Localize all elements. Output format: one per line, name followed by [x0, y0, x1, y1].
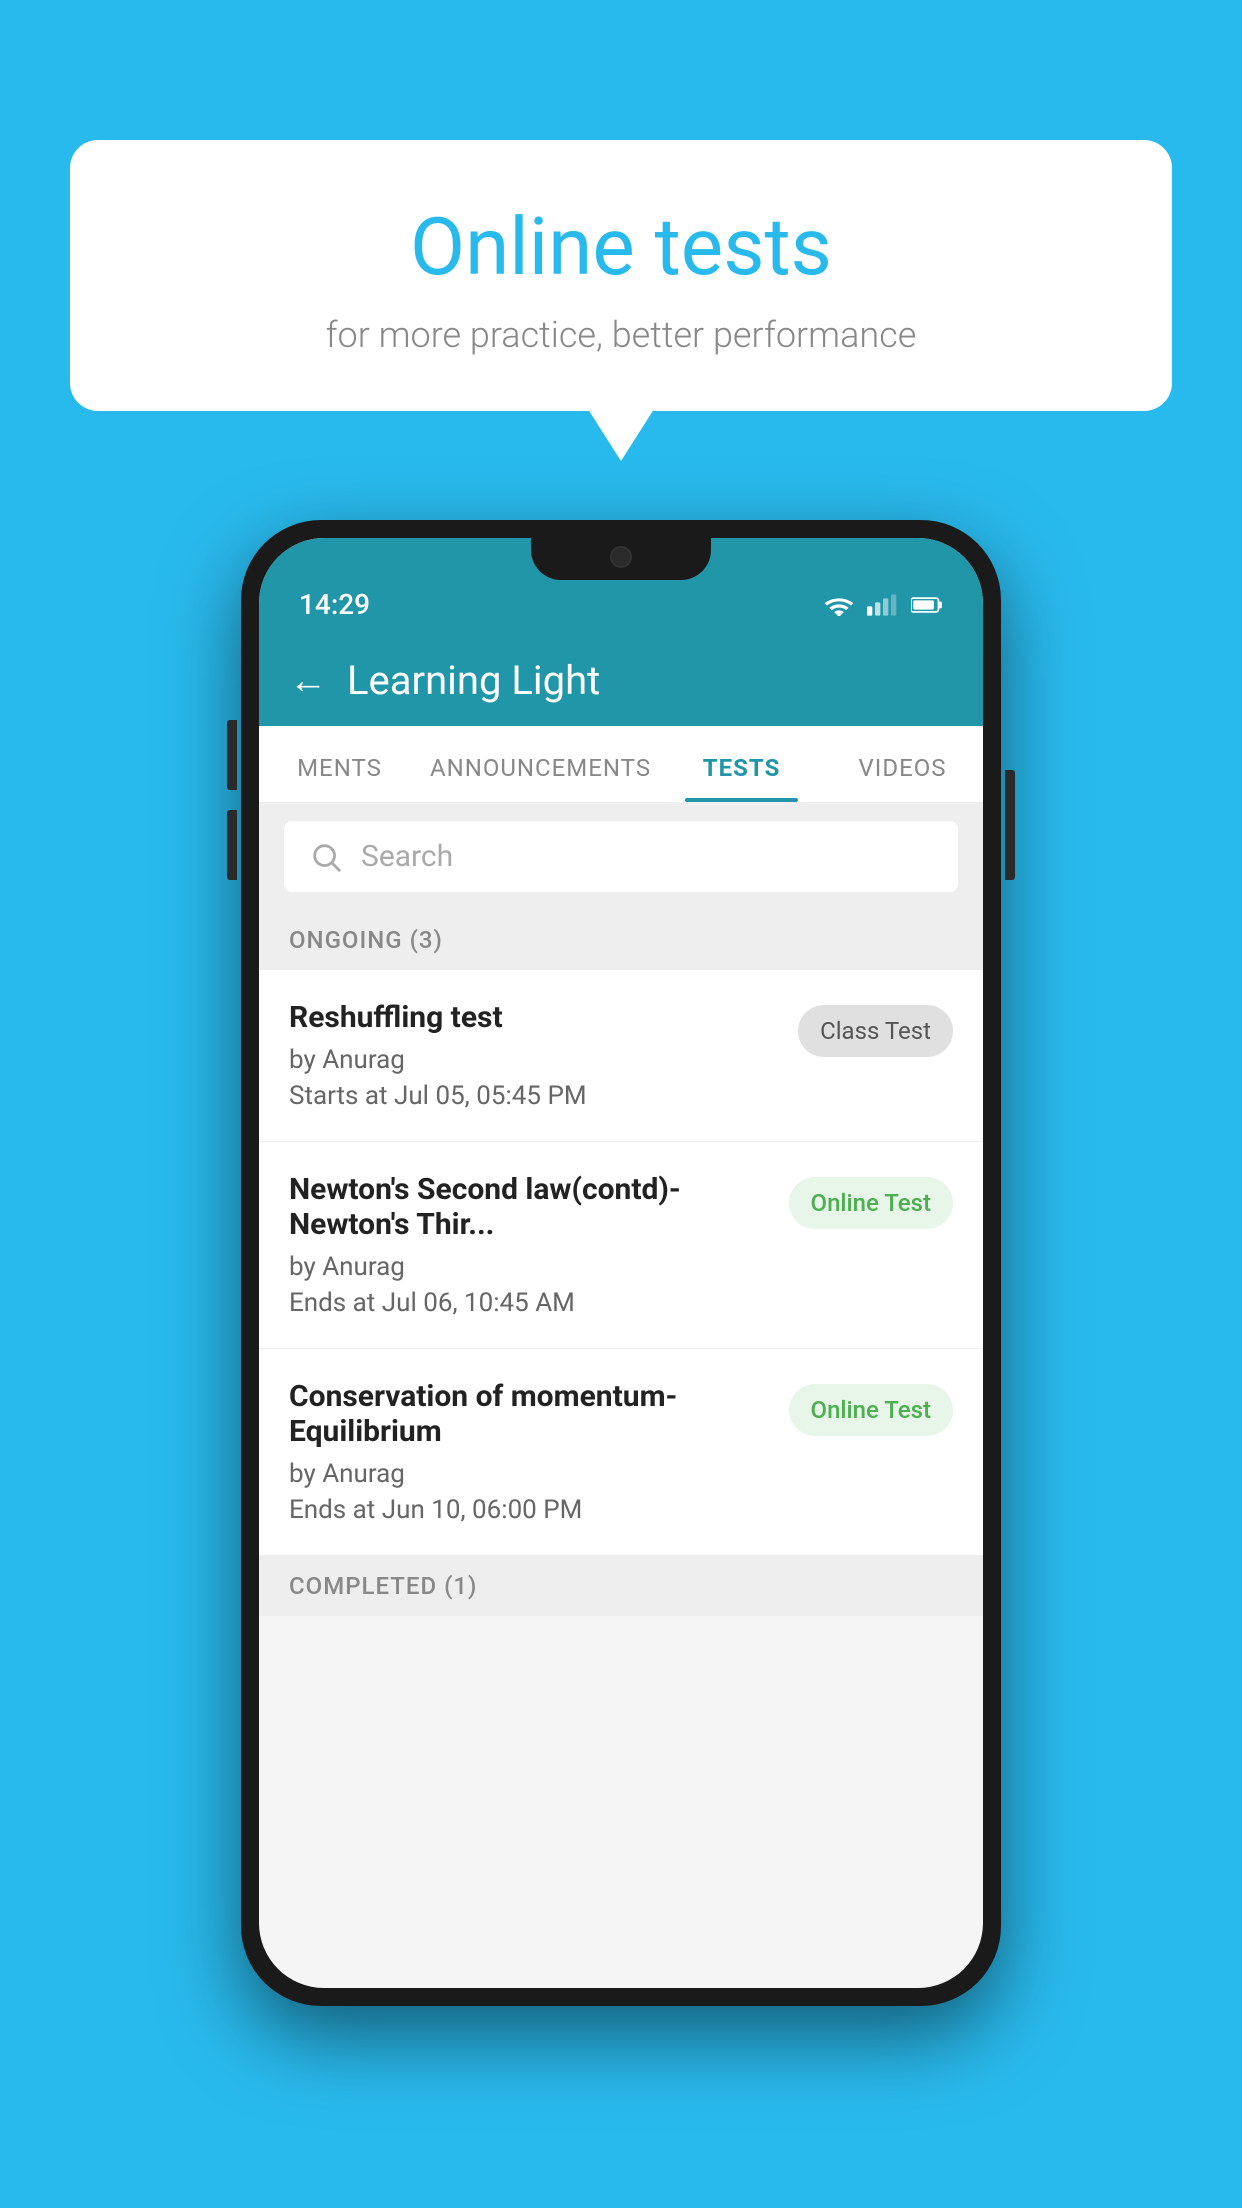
ongoing-section-header: ONGOING (3) — [259, 910, 983, 970]
wifi-icon — [823, 594, 855, 616]
test-date-3: Ends at Jun 10, 06:00 PM — [289, 1495, 769, 1525]
test-author-2: by Anurag — [289, 1252, 769, 1282]
test-item[interactable]: Conservation of momentum-Equilibrium by … — [259, 1349, 983, 1556]
test-badge-3: Online Test — [789, 1384, 953, 1436]
test-badge-1: Class Test — [798, 1005, 953, 1057]
back-button[interactable]: ← — [289, 659, 327, 703]
test-item[interactable]: Reshuffling test by Anurag Starts at Jul… — [259, 970, 983, 1142]
promo-card: Online tests for more practice, better p… — [70, 140, 1172, 411]
test-date-2: Ends at Jul 06, 10:45 AM — [289, 1288, 769, 1318]
test-title-2: Newton's Second law(contd)-Newton's Thir… — [289, 1172, 769, 1242]
tabs-bar: MENTS ANNOUNCEMENTS TESTS VIDEOS — [259, 726, 983, 803]
test-info-2: Newton's Second law(contd)-Newton's Thir… — [289, 1172, 789, 1318]
promo-title: Online tests — [120, 200, 1122, 294]
phone-screen: 14:29 — [259, 538, 983, 1988]
test-info-1: Reshuffling test by Anurag Starts at Jul… — [289, 1000, 798, 1111]
test-list: Reshuffling test by Anurag Starts at Jul… — [259, 970, 983, 1556]
app-header: ← Learning Light — [259, 635, 983, 726]
test-date-1: Starts at Jul 05, 05:45 PM — [289, 1081, 778, 1111]
status-time: 14:29 — [299, 588, 370, 621]
tab-ments[interactable]: MENTS — [259, 726, 420, 802]
phone-mockup: 14:29 — [241, 520, 1001, 2006]
side-button-vol-down — [227, 810, 237, 880]
test-title-1: Reshuffling test — [289, 1000, 778, 1035]
tab-tests[interactable]: TESTS — [661, 726, 822, 802]
test-badge-2: Online Test — [789, 1177, 953, 1229]
search-container: Search — [259, 803, 983, 910]
signal-icon — [867, 594, 899, 616]
test-info-3: Conservation of momentum-Equilibrium by … — [289, 1379, 789, 1525]
tab-announcements[interactable]: ANNOUNCEMENTS — [420, 726, 661, 802]
status-icons — [823, 594, 943, 616]
test-author-3: by Anurag — [289, 1459, 769, 1489]
promo-subtitle: for more practice, better performance — [120, 314, 1122, 356]
test-author-1: by Anurag — [289, 1045, 778, 1075]
battery-icon — [911, 594, 943, 616]
side-button-power — [1005, 770, 1015, 880]
app-header-title: Learning Light — [347, 657, 600, 704]
search-icon — [309, 840, 343, 874]
phone-camera — [610, 546, 632, 568]
test-item[interactable]: Newton's Second law(contd)-Newton's Thir… — [259, 1142, 983, 1349]
side-button-vol-up — [227, 720, 237, 790]
test-title-3: Conservation of momentum-Equilibrium — [289, 1379, 769, 1449]
search-placeholder: Search — [361, 839, 453, 874]
completed-section-header: COMPLETED (1) — [259, 1556, 983, 1616]
search-input-wrap[interactable]: Search — [284, 821, 958, 892]
tab-videos[interactable]: VIDEOS — [822, 726, 983, 802]
